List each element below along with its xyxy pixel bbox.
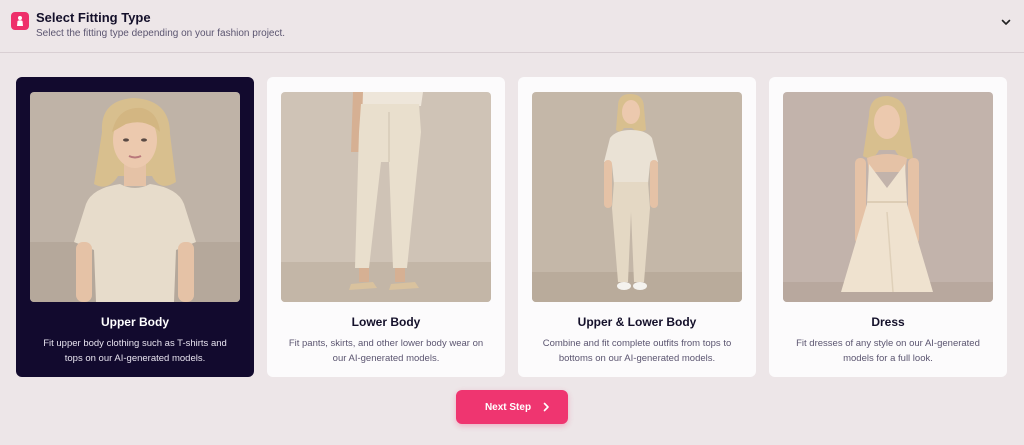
model-icon — [11, 12, 29, 30]
chevron-right-icon — [540, 401, 552, 413]
card-description: Fit upper body clothing such as T-shirts… — [43, 338, 227, 364]
card-title: Upper & Lower Body — [577, 315, 697, 329]
lower-body-model-image — [281, 92, 491, 302]
section-title: Select Fitting Type — [36, 10, 151, 25]
card-title: Upper Body — [100, 315, 169, 329]
next-step-label: Next Step — [484, 401, 532, 413]
dress-model-image — [783, 92, 993, 302]
next-step-button[interactable]: Next Step — [456, 390, 568, 424]
fitting-card-upper-lower-body[interactable]: Upper & Lower Body Combine and fit compl… — [518, 77, 756, 377]
card-title: Lower Body — [351, 315, 421, 329]
fitting-type-options: Upper Body Fit upper body clothing such … — [16, 77, 1007, 377]
fitting-card-upper-body[interactable]: Upper Body Fit upper body clothing such … — [16, 77, 254, 377]
full-outfit-model-image — [532, 92, 742, 302]
section-subtitle: Select the fitting type depending on you… — [36, 28, 286, 39]
fitting-card-lower-body[interactable]: Lower Body Fit pants, skirts, and other … — [267, 77, 505, 377]
card-description: Fit pants, skirts, and other lower body … — [288, 338, 484, 364]
card-description: Combine and fit complete outfits from to… — [542, 338, 732, 364]
fitting-card-dress[interactable]: Dress Fit dresses of any style on our AI… — [769, 77, 1007, 377]
chevron-down-icon[interactable] — [998, 14, 1014, 30]
card-description: Fit dresses of any style on our AI-gener… — [796, 338, 980, 364]
upper-body-model-image — [30, 92, 240, 302]
fitting-type-header[interactable]: Select Fitting Type Select the fitting t… — [0, 0, 1024, 53]
card-title: Dress — [871, 315, 905, 329]
